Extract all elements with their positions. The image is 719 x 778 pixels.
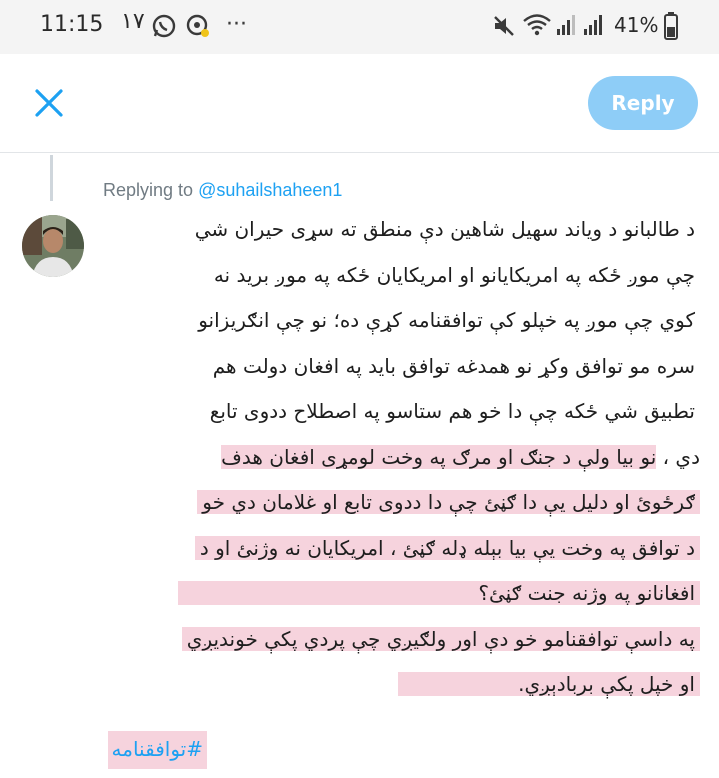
close-icon[interactable] <box>28 82 70 124</box>
text-line-highlighted: دي ، نو بيا ولې د جنګ او مرګ په وخت لومړ… <box>100 435 700 481</box>
text-line: تطبيق شي ځکه چې دا خو هم ستاسو په اصطلاح… <box>209 399 695 423</box>
text-line: چې موږ ځکه په امريکايانو او امريکايان ځک… <box>213 262 695 287</box>
selected-text: ګرځوئ او دليل يې دا ګڼئ چې دا ددوی تابع … <box>197 490 700 514</box>
notification-count: ١٧ <box>121 9 145 34</box>
header-divider <box>0 152 719 153</box>
hashtag-link[interactable]: #توافقنامه <box>107 731 207 769</box>
app-icon <box>186 14 209 37</box>
replying-to: Replying to @suhailshaheen1 <box>103 180 342 201</box>
selected-text: نو بيا ولې د جنګ او مرګ په وخت لومړی افغ… <box>221 444 657 469</box>
thread-connector <box>50 155 53 201</box>
text-line-highlighted: افغانانو په وژنه جنت ګڼئ؟ <box>100 571 700 617</box>
selected-text: افغانانو په وژنه جنت ګڼئ؟ <box>178 581 700 605</box>
signal-icon <box>557 15 575 35</box>
signal-icon <box>584 15 602 35</box>
more-notifications: ··· <box>226 12 247 37</box>
text-line: کوي چې موږ په خپلو کې توافقنامه کړې ده؛ … <box>198 308 695 332</box>
text-line-highlighted: په داسې توافقنامو خو دې اور ولګيږي چې پر… <box>100 617 700 663</box>
selected-text: په داسې توافقنامو خو دې اور ولګيږي چې پر… <box>181 626 700 651</box>
replying-handle-link[interactable]: @suhailshaheen1 <box>198 180 342 200</box>
selected-text: د توافق په وخت يې بيا بېله ډله ګڼئ ، امر… <box>194 535 700 560</box>
selected-text: او خپل پکې بربادېږي. <box>398 672 700 696</box>
replying-prefix: Replying to <box>103 180 199 200</box>
text-line-part: دي ، <box>656 444 700 469</box>
whatsapp-icon <box>152 14 176 38</box>
avatar[interactable] <box>22 215 84 277</box>
wifi-icon <box>523 14 551 36</box>
reply-text[interactable]: د طالبانو د وياند سهيل شاهين دې منطق ته … <box>100 207 700 708</box>
status-bar: 11:15 ١٧ ··· 41% <box>0 0 719 54</box>
text-line-highlighted: ګرځوئ او دليل يې دا ګڼئ چې دا ددوی تابع … <box>100 480 700 526</box>
reply-button[interactable]: Reply <box>588 76 698 130</box>
text-line: سره مو توافق وکړ نو همدغه توافق بايد په … <box>212 353 695 378</box>
text-line-highlighted: او خپل پکې بربادېږي. <box>100 662 700 708</box>
text-line: د طالبانو د وياند سهيل شاهين دې منطق ته … <box>194 217 695 241</box>
text-line-highlighted: د توافق په وخت يې بيا بېله ډله ګڼئ ، امر… <box>100 526 700 572</box>
mute-icon <box>494 16 514 36</box>
battery-percentage: 41% <box>614 13 659 37</box>
status-time: 11:15 <box>40 12 104 37</box>
battery-icon <box>664 12 678 40</box>
